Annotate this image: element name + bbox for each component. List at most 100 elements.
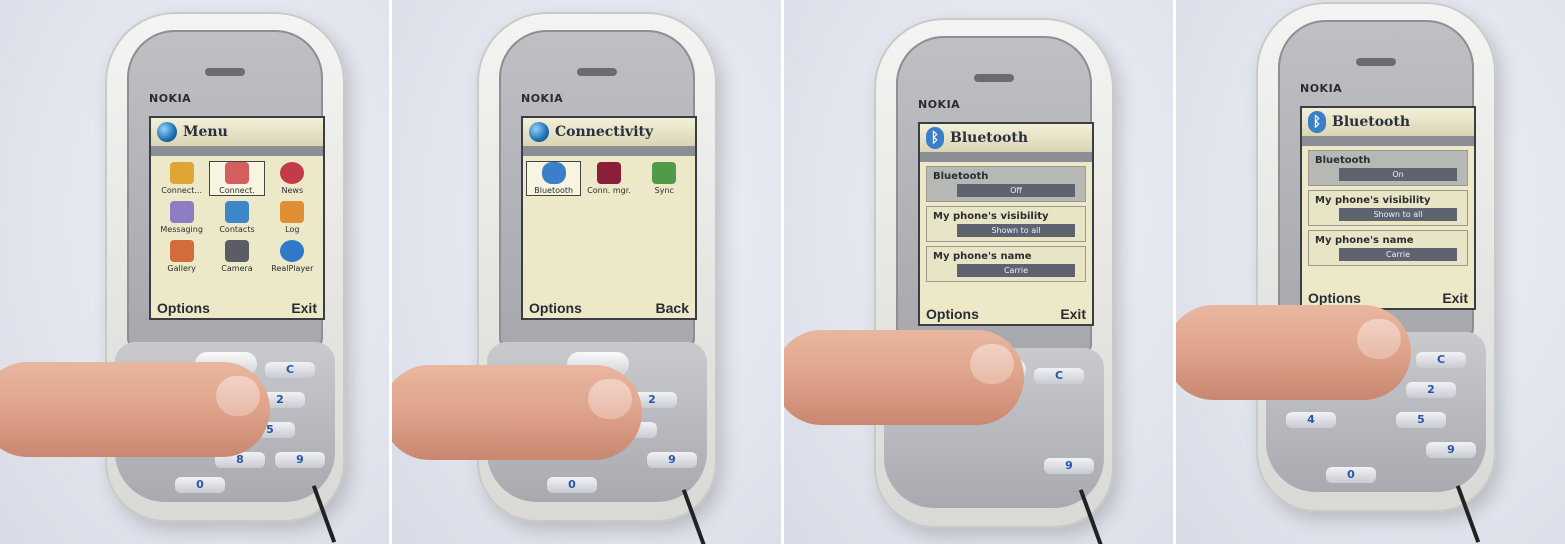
menu-item[interactable]: Conn. mgr. (582, 162, 635, 195)
right-softkey[interactable]: Back (656, 300, 689, 316)
screen-titlebar: Connectivity (523, 118, 695, 146)
key-c[interactable]: C (1416, 352, 1466, 368)
left-softkey[interactable]: Options (529, 300, 582, 316)
menu-item[interactable]: Camera (210, 240, 263, 273)
key-0[interactable]: 0 (175, 477, 225, 493)
phone-bezel: NOKIA Connectivity Bluetooth Conn. mgr. … (499, 30, 697, 350)
menu-item[interactable]: Gallery (155, 240, 208, 273)
news-icon (280, 162, 305, 184)
connectivity-grid: Bluetooth Conn. mgr. Sync (523, 156, 695, 201)
setting-row[interactable]: Bluetooth Off (926, 166, 1086, 202)
menu-item[interactable]: Connect... (155, 162, 208, 195)
photo-panel-4: NOKIA ᛒ Bluetooth Bluetooth On My phone'… (1173, 0, 1565, 544)
setting-label: My phone's visibility (1315, 195, 1431, 206)
screen-titlebar: ᛒ Bluetooth (920, 124, 1092, 152)
setting-label: Bluetooth (933, 171, 989, 182)
setting-row[interactable]: My phone's visibility Shown to all (926, 206, 1086, 242)
right-softkey[interactable]: Exit (1060, 306, 1086, 322)
menu-item-selected[interactable]: Connect. (209, 161, 265, 196)
finger (1176, 305, 1411, 400)
phone-bezel: NOKIA ᛒ Bluetooth Bluetooth Off My phone… (896, 36, 1094, 356)
brand-label: NOKIA (521, 92, 564, 105)
screen-navbar (151, 146, 323, 156)
menu-item-label: Bluetooth (534, 186, 574, 195)
menu-item-selected[interactable]: Bluetooth (525, 161, 582, 196)
bluetooth-icon (541, 162, 566, 184)
fingernail (970, 344, 1014, 384)
phone-bezel: NOKIA ᛒ Bluetooth Bluetooth On My phone'… (1278, 20, 1476, 340)
setting-value: Carrie (957, 264, 1075, 277)
brand-label: NOKIA (1300, 82, 1343, 95)
connect-icon (224, 162, 249, 184)
key-c[interactable]: C (265, 362, 315, 378)
messaging-icon (169, 201, 194, 223)
phone-bezel: NOKIA Menu Connect... Connect. News Mess… (127, 30, 325, 350)
setting-value: Shown to all (1339, 208, 1457, 221)
menu-item-label: Contacts (219, 225, 255, 234)
key-9[interactable]: 9 (647, 452, 697, 468)
menu-item-label: RealPlayer (271, 264, 314, 273)
setting-label: My phone's name (1315, 235, 1414, 246)
menu-item[interactable]: Contacts (210, 201, 263, 234)
menu-item-label: Conn. mgr. (587, 186, 631, 195)
menu-orb-icon (157, 122, 177, 142)
setting-label: Bluetooth (1315, 155, 1371, 166)
fingernail (1357, 319, 1401, 359)
key-5[interactable]: 5 (1396, 412, 1446, 428)
menu-item[interactable]: Log (266, 201, 319, 234)
key-9[interactable]: 9 (1044, 458, 1094, 474)
screen-navbar (1302, 136, 1474, 146)
setting-label: My phone's visibility (933, 211, 1049, 222)
menu-item-label: Connect... (161, 186, 203, 195)
connectivity-orb-icon (529, 122, 549, 142)
menu-grid: Connect... Connect. News Messaging Conta… (151, 156, 323, 279)
softkey-bar: Options Exit (920, 304, 1092, 324)
realplayer-icon (280, 240, 305, 262)
left-softkey[interactable]: Options (157, 300, 210, 316)
key-c[interactable]: C (1034, 368, 1084, 384)
menu-item[interactable]: News (266, 162, 319, 195)
connect-icon (169, 162, 194, 184)
menu-item-label: News (281, 186, 304, 195)
menu-item-label: Log (285, 225, 300, 234)
menu-item[interactable]: Sync (638, 162, 691, 195)
setting-row[interactable]: My phone's name Carrie (1308, 230, 1468, 266)
key-9[interactable]: 9 (275, 452, 325, 468)
menu-item[interactable]: Messaging (155, 201, 208, 234)
gallery-icon (169, 240, 194, 262)
photo-panel-1: NOKIA Menu Connect... Connect. News Mess… (0, 0, 389, 544)
right-softkey[interactable]: Exit (1442, 290, 1468, 306)
menu-item-label: Messaging (160, 225, 203, 234)
screen-navbar (920, 152, 1092, 162)
key-0[interactable]: 0 (1326, 467, 1376, 483)
phone-screen: ᛒ Bluetooth Bluetooth On My phone's visi… (1300, 106, 1476, 310)
key-2[interactable]: 2 (1406, 382, 1456, 398)
log-icon (280, 201, 305, 223)
setting-label: My phone's name (933, 251, 1032, 262)
left-softkey[interactable]: Options (926, 306, 979, 322)
menu-item[interactable]: RealPlayer (266, 240, 319, 273)
key-4[interactable]: 4 (1286, 412, 1336, 428)
right-softkey[interactable]: Exit (291, 300, 317, 316)
setting-row[interactable]: Bluetooth On (1308, 150, 1468, 186)
phone-screen: ᛒ Bluetooth Bluetooth Off My phone's vis… (918, 122, 1094, 326)
key-0[interactable]: 0 (547, 477, 597, 493)
brand-label: NOKIA (918, 98, 961, 111)
phone-body: NOKIA ᛒ Bluetooth Bluetooth On My phone'… (1256, 2, 1496, 512)
screen-navbar (523, 146, 695, 156)
setting-value: Carrie (1339, 248, 1457, 261)
screen-title: Menu (183, 124, 228, 140)
photo-panel-2: NOKIA Connectivity Bluetooth Conn. mgr. … (389, 0, 781, 544)
softkey-bar: Options Back (523, 298, 695, 318)
contacts-icon (224, 201, 249, 223)
bluetooth-icon: ᛒ (1308, 111, 1326, 133)
menu-item-label: Sync (654, 186, 674, 195)
menu-item-label: Connect. (219, 186, 255, 195)
left-softkey[interactable]: Options (1308, 290, 1361, 306)
screen-title: Bluetooth (1332, 114, 1411, 130)
menu-item-label: Gallery (167, 264, 196, 273)
key-9[interactable]: 9 (1426, 442, 1476, 458)
screen-titlebar: ᛒ Bluetooth (1302, 108, 1474, 136)
setting-row[interactable]: My phone's visibility Shown to all (1308, 190, 1468, 226)
setting-row[interactable]: My phone's name Carrie (926, 246, 1086, 282)
